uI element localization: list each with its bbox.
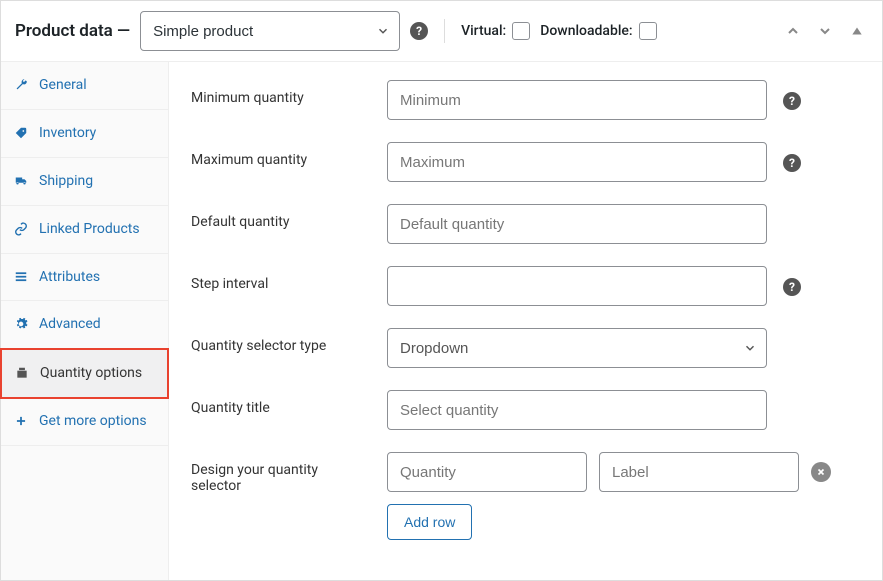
downloadable-label: Downloadable: — [540, 23, 632, 39]
label-max-qty: Maximum quantity — [191, 142, 371, 168]
tab-quantity-options[interactable]: Quantity options — [0, 348, 169, 399]
input-design-label[interactable] — [599, 452, 799, 492]
label-min-qty: Minimum quantity — [191, 80, 371, 106]
input-step-interval[interactable] — [387, 266, 767, 306]
panel-body: General Inventory Shipping Linked Produc… — [1, 62, 882, 580]
panel-header: Product data — ? Virtual: Downloadable: — [1, 1, 882, 62]
tab-label: Quantity options — [40, 364, 155, 383]
virtual-label: Virtual: — [461, 23, 506, 39]
virtual-checkbox[interactable] — [512, 22, 530, 40]
tab-get-more-options[interactable]: Get more options — [1, 398, 168, 446]
product-type-value[interactable] — [140, 11, 400, 51]
input-min-qty[interactable] — [387, 80, 767, 120]
tab-advanced[interactable]: Advanced — [1, 301, 168, 349]
downloadable-checkbox[interactable] — [639, 22, 657, 40]
gear-icon — [13, 316, 29, 332]
tab-label: General — [39, 76, 156, 95]
tab-shipping[interactable]: Shipping — [1, 158, 168, 206]
truck-icon — [13, 173, 29, 189]
divider — [444, 19, 445, 43]
label-design-selector: Design your quantity selector — [191, 452, 371, 494]
label-qty-title: Quantity title — [191, 390, 371, 416]
help-icon[interactable]: ? — [410, 22, 428, 40]
tab-general[interactable]: General — [1, 62, 168, 110]
help-icon[interactable]: ? — [783, 92, 801, 110]
product-type-select[interactable] — [140, 11, 400, 51]
tab-label: Get more options — [39, 412, 156, 431]
label-step-interval: Step interval — [191, 266, 371, 292]
help-icon[interactable]: ? — [783, 278, 801, 296]
next-icon[interactable] — [814, 20, 836, 42]
product-data-panel: Product data — ? Virtual: Downloadable: — [0, 0, 883, 581]
collapse-icon[interactable] — [846, 20, 868, 42]
row-selector-type: Quantity selector type — [191, 328, 860, 368]
downloadable-checkbox-group[interactable]: Downloadable: — [540, 22, 656, 40]
link-icon — [13, 221, 29, 237]
label-selector-type: Quantity selector type — [191, 328, 371, 354]
tab-label: Attributes — [39, 268, 156, 287]
remove-row-icon[interactable] — [811, 462, 831, 482]
select-selector-type[interactable] — [387, 328, 767, 368]
input-design-quantity[interactable] — [387, 452, 587, 492]
plus-icon — [13, 413, 29, 429]
tab-label: Advanced — [39, 315, 156, 334]
help-icon[interactable]: ? — [783, 154, 801, 172]
tag-icon — [13, 125, 29, 141]
input-default-qty[interactable] — [387, 204, 767, 244]
row-min-qty: Minimum quantity ? — [191, 80, 860, 120]
wrench-icon — [13, 77, 29, 93]
row-max-qty: Maximum quantity ? — [191, 142, 860, 182]
prev-icon[interactable] — [782, 20, 804, 42]
add-row-button[interactable]: Add row — [387, 504, 472, 540]
virtual-checkbox-group[interactable]: Virtual: — [461, 22, 530, 40]
tab-inventory[interactable]: Inventory — [1, 110, 168, 158]
design-row — [387, 452, 860, 492]
list-icon — [13, 269, 29, 285]
sidebar: General Inventory Shipping Linked Produc… — [1, 62, 169, 580]
row-qty-title: Quantity title — [191, 390, 860, 430]
tab-attributes[interactable]: Attributes — [1, 254, 168, 302]
label-default-qty: Default quantity — [191, 204, 371, 230]
row-design-selector: Design your quantity selector Add row — [191, 452, 860, 540]
content-area: Minimum quantity ? Maximum quantity ? De… — [169, 62, 882, 580]
tab-label: Linked Products — [39, 220, 156, 239]
tab-label: Inventory — [39, 124, 156, 143]
tab-label: Shipping — [39, 172, 156, 191]
panel-title: Product data — — [15, 21, 130, 41]
row-step-interval: Step interval ? — [191, 266, 860, 306]
input-qty-title[interactable] — [387, 390, 767, 430]
box-icon — [14, 365, 30, 381]
tab-linked-products[interactable]: Linked Products — [1, 206, 168, 254]
row-default-qty: Default quantity — [191, 204, 860, 244]
input-max-qty[interactable] — [387, 142, 767, 182]
select-selector-type-value[interactable] — [387, 328, 767, 368]
